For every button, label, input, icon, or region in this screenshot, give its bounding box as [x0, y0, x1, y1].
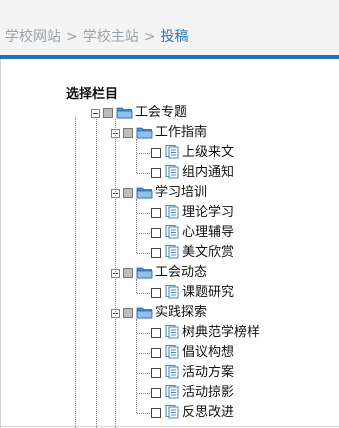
breadcrumb-separator: >: [66, 29, 78, 45]
breadcrumb-school-website[interactable]: 学校网站: [5, 29, 61, 45]
checkbox[interactable]: [151, 148, 161, 158]
tree-connector: [137, 333, 150, 334]
tree-connector: [137, 353, 150, 354]
tree-connector: [137, 413, 150, 414]
breadcrumb: 学校网站 > 学校主站 > 投稿: [5, 28, 188, 46]
checkbox[interactable]: [151, 288, 161, 298]
top-bar: 学校网站 > 学校主站 > 投稿: [0, 0, 339, 55]
tree-node-label: 心理辅导: [182, 225, 235, 240]
tree-node-leaf[interactable]: 倡议构想: [151, 344, 234, 362]
tree-node-label: 上级来文: [182, 145, 235, 160]
breadcrumb-current[interactable]: 投稿: [160, 29, 188, 45]
checkbox[interactable]: [123, 268, 133, 278]
tree-connector: [137, 373, 150, 374]
tree-guide-line: [115, 119, 116, 428]
page-icon: [164, 204, 180, 223]
tree-node-leaf[interactable]: 反思改进: [151, 404, 234, 422]
tree-node-label: 工作指南: [155, 125, 208, 140]
page-icon: [164, 404, 180, 423]
tree-node-leaf[interactable]: 美文欣赏: [151, 244, 234, 262]
tree-node-label: 活动掠影: [182, 385, 235, 400]
checkbox[interactable]: [151, 328, 161, 338]
tree-node-label: 组内通知: [182, 165, 235, 180]
tree-connector: [137, 393, 150, 394]
tree-node-label: 工会动态: [155, 265, 208, 280]
collapse-toggle-icon[interactable]: [91, 108, 100, 118]
tree-node-leaf[interactable]: 活动掠影: [151, 384, 234, 402]
tree-node-leaf[interactable]: 活动方案: [151, 364, 234, 382]
tree-root-label: 选择栏目: [66, 87, 119, 102]
checkbox[interactable]: [151, 248, 161, 258]
tree-node-section[interactable]: 工作指南: [111, 124, 207, 142]
checkbox[interactable]: [123, 188, 133, 198]
tree-node-section[interactable]: 学习培训: [111, 184, 207, 202]
tree-node-leaf[interactable]: 理论学习: [151, 204, 234, 222]
tree-node-label: 课题研究: [182, 285, 235, 300]
tree-connector: [137, 293, 150, 294]
checkbox[interactable]: [151, 408, 161, 418]
tree-node-label: 树典范学榜样: [182, 325, 261, 340]
tree-guide-line: [75, 117, 76, 428]
page-icon: [164, 144, 180, 163]
checkbox[interactable]: [123, 308, 133, 318]
tree-connector: [137, 153, 150, 154]
divider: [0, 426, 339, 427]
page-icon: [164, 344, 180, 363]
tree-node-label: 反思改进: [182, 405, 235, 420]
tree-connector: [136, 279, 137, 293]
breadcrumb-separator: >: [143, 29, 156, 45]
tree-guide-line: [96, 117, 97, 428]
folder-open-icon: [136, 304, 153, 323]
breadcrumb-school-main[interactable]: 学校主站: [83, 29, 139, 45]
tree-connector: [136, 199, 137, 253]
tree-node-top[interactable]: 工会专题: [91, 104, 187, 122]
tree-node-leaf[interactable]: 组内通知: [151, 164, 234, 182]
checkbox[interactable]: [151, 228, 161, 238]
folder-open-icon: [116, 104, 133, 123]
checkbox[interactable]: [103, 108, 113, 118]
tree-connector: [137, 173, 150, 174]
tree-node-leaf[interactable]: 上级来文: [151, 144, 234, 162]
tree-connector: [136, 319, 137, 413]
category-tree: 选择栏目 工会专题工作指南上级来文组内通知学习培训理论学习心理辅导美文欣赏工会动…: [0, 59, 339, 428]
tree-node-label: 倡议构想: [182, 345, 235, 360]
page-icon: [164, 224, 180, 243]
folder-open-icon: [136, 184, 153, 203]
tree-node-label: 理论学习: [182, 205, 235, 220]
checkbox[interactable]: [151, 168, 161, 178]
tree-node-leaf[interactable]: 心理辅导: [151, 224, 234, 242]
tree-node-leaf[interactable]: 树典范学榜样: [151, 324, 260, 342]
page-icon: [164, 324, 180, 343]
folder-open-icon: [136, 124, 153, 143]
checkbox[interactable]: [151, 368, 161, 378]
page-icon: [164, 384, 180, 403]
checkbox[interactable]: [151, 388, 161, 398]
tree-node-label: 美文欣赏: [182, 245, 235, 260]
page-icon: [164, 164, 180, 183]
tree-connector: [137, 233, 150, 234]
tree-node-label: 学习培训: [155, 185, 208, 200]
checkbox[interactable]: [123, 128, 133, 138]
tree-node-label: 活动方案: [182, 365, 235, 380]
page-icon: [164, 284, 180, 303]
checkbox[interactable]: [151, 208, 161, 218]
tree-node-section[interactable]: 实践探索: [111, 304, 207, 322]
page-icon: [164, 244, 180, 263]
tree-connector: [136, 139, 137, 173]
tree-node-section[interactable]: 工会动态: [111, 264, 207, 282]
page-icon: [164, 364, 180, 383]
tree-connector: [137, 253, 150, 254]
tree-connector: [137, 213, 150, 214]
checkbox[interactable]: [151, 348, 161, 358]
tree-node-label: 工会专题: [135, 105, 188, 120]
tree-node-label: 实践探索: [155, 305, 208, 320]
folder-open-icon: [136, 264, 153, 283]
tree-node-leaf[interactable]: 课题研究: [151, 284, 234, 302]
